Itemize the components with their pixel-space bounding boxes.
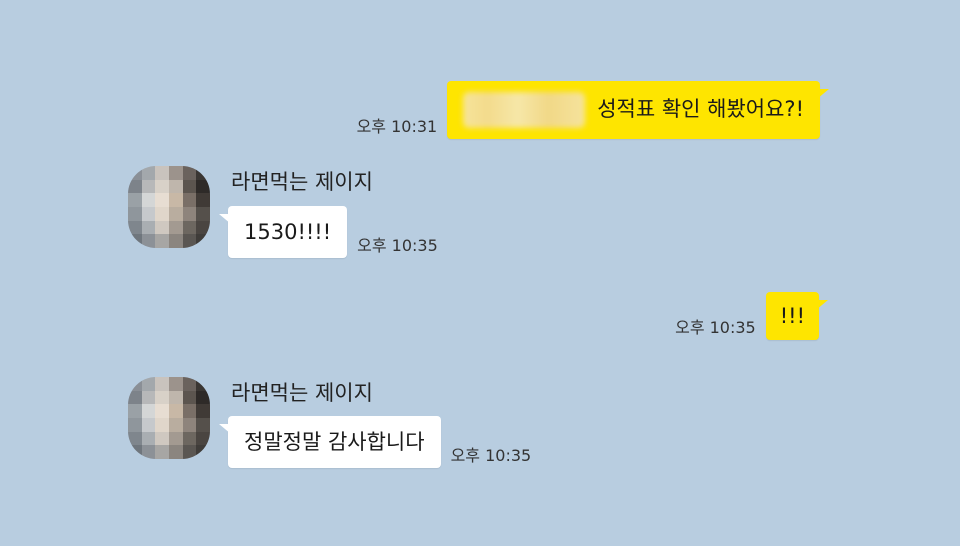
message-text: !!!: [779, 304, 805, 328]
message-time: 오후 10:35: [675, 318, 756, 337]
message-text: 정말정말 감사합니다: [244, 430, 425, 454]
message-bubble-outgoing[interactable]: 성적표 확인 해봤어요?!: [447, 81, 829, 139]
sender-name: 라면먹는 제이지: [231, 381, 373, 405]
sender-avatar[interactable]: [128, 166, 210, 248]
message-row-outgoing: 오후 10:35 !!!: [675, 292, 829, 340]
message-bubble-outgoing[interactable]: !!!: [765, 292, 829, 340]
chat-window: 오후 10:31 성적표 확인 해봤어요?! 라면먹는 제이지 1530!!!!…: [0, 0, 960, 546]
sender-avatar[interactable]: [128, 377, 210, 459]
message-bubble-incoming[interactable]: 1530!!!!: [218, 206, 348, 258]
message-text: 성적표 확인 해봤어요?!: [597, 97, 804, 121]
message-time: 오후 10:35: [357, 236, 438, 255]
message-time: 오후 10:31: [356, 117, 438, 136]
message-text: 1530!!!!: [244, 220, 332, 244]
message-row-incoming: 정말정말 감사합니다 오후 10:35: [219, 416, 532, 468]
message-row-outgoing: 오후 10:31 성적표 확인 해봤어요?!: [356, 81, 829, 139]
message-time: 오후 10:35: [450, 446, 532, 465]
sender-name: 라면먹는 제이지: [231, 170, 373, 194]
message-bubble-incoming[interactable]: 정말정말 감사합니다: [219, 416, 441, 468]
redacted-name: [463, 92, 586, 128]
message-row-incoming: 1530!!!! 오후 10:35: [218, 206, 438, 258]
